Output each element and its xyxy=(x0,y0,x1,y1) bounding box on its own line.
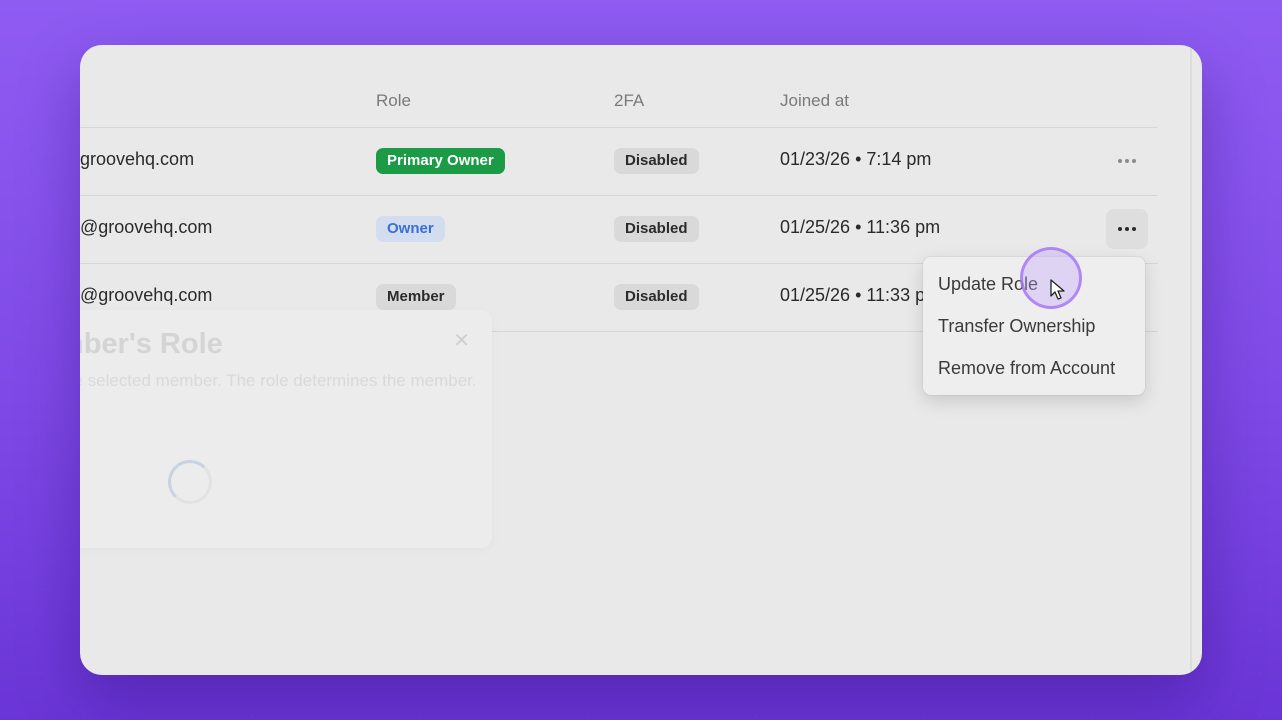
table-row: groovehq.com Primary Owner Disabled 01/2… xyxy=(80,127,1158,196)
ellipsis-icon xyxy=(1118,227,1136,231)
modal-title: nber's Role xyxy=(80,328,223,360)
menu-item-transfer-ownership[interactable]: Transfer Ownership xyxy=(923,305,1145,347)
row-actions-button[interactable] xyxy=(1106,141,1148,181)
update-role-modal: nber's Role ✕ he selected member. The ro… xyxy=(80,310,492,548)
column-header-2fa[interactable]: 2FA xyxy=(614,91,644,111)
scrollbar-track[interactable] xyxy=(1190,45,1192,675)
joined-at-date: 01/23/26 • 7:14 pm xyxy=(780,149,932,169)
table-header: Role 2FA Joined at xyxy=(80,83,1158,128)
column-header-joined-at[interactable]: Joined at xyxy=(780,91,849,111)
twofa-status-badge: Disabled xyxy=(614,148,699,174)
joined-at-date: 01/25/26 • 11:36 pm xyxy=(780,217,941,237)
role-badge-primary-owner: Primary Owner xyxy=(376,148,505,174)
menu-item-remove-from-account[interactable]: Remove from Account xyxy=(923,347,1145,389)
twofa-status-badge: Disabled xyxy=(614,284,699,310)
row-actions-button[interactable] xyxy=(1106,209,1148,249)
close-icon[interactable]: ✕ xyxy=(453,328,470,353)
app-window: Role 2FA Joined at groovehq.com Primary … xyxy=(80,45,1202,675)
modal-description: he selected member. The role determines … xyxy=(80,371,477,390)
twofa-status-badge: Disabled xyxy=(614,216,699,242)
joined-at-date: 01/25/26 • 11:33 pm xyxy=(780,285,941,305)
member-email: groovehq.com xyxy=(80,149,195,169)
role-badge-owner: Owner xyxy=(376,216,445,242)
member-email: @groovehq.com xyxy=(80,217,213,237)
mouse-cursor-icon xyxy=(1050,279,1065,300)
table-row: @groovehq.com Owner Disabled 01/25/26 • … xyxy=(80,195,1158,264)
member-email: @groovehq.com xyxy=(80,285,213,305)
role-badge-member: Member xyxy=(376,284,456,310)
column-header-role[interactable]: Role xyxy=(376,91,411,111)
ellipsis-icon xyxy=(1118,159,1136,163)
loading-spinner-icon xyxy=(168,460,212,504)
